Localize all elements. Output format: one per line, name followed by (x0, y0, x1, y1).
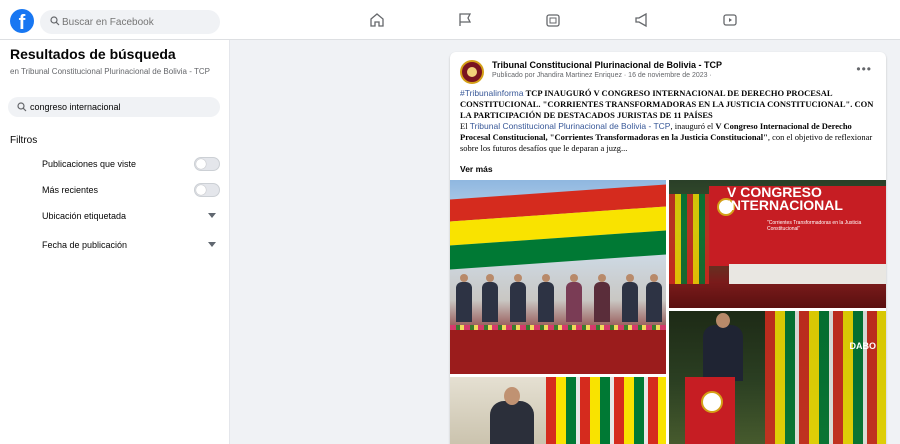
flag-icon[interactable] (457, 12, 473, 28)
toggle-switch[interactable] (194, 183, 220, 197)
flags (669, 194, 709, 284)
search-icon (50, 16, 60, 26)
post-photo-4[interactable] (450, 377, 666, 444)
search-sidebar: Resultados de búsqueda en Tribunal Const… (0, 40, 230, 444)
filter-ubicacion[interactable]: Ubicación etiquetada (42, 207, 222, 225)
marketplace-icon[interactable] (545, 12, 561, 28)
speaker (490, 387, 534, 444)
facebook-logo-icon[interactable]: f (10, 9, 34, 33)
hashtag-link[interactable]: #Tribunalinforma (460, 88, 523, 98)
sidebar-subtitle: en Tribunal Constitucional Plurinacional… (10, 67, 210, 76)
home-icon[interactable] (369, 12, 385, 28)
page-avatar[interactable] (460, 60, 484, 84)
filters-label: Filtros (10, 135, 38, 146)
search-input[interactable] (62, 10, 212, 34)
top-bar: f (0, 0, 900, 40)
filter-label: Publicaciones que viste (42, 159, 137, 169)
megaphone-icon[interactable] (634, 12, 650, 28)
filter-mas-recientes[interactable]: Más recientes (42, 181, 222, 199)
speaker (703, 313, 743, 381)
filter-fecha[interactable]: Fecha de publicación (42, 236, 222, 254)
toggle-switch[interactable] (194, 157, 220, 171)
see-more-link[interactable]: Ver más (460, 164, 493, 174)
watch-icon[interactable] (722, 12, 738, 28)
banner-title: V CONGRESO INTERNACIONAL (727, 184, 843, 213)
flags (546, 377, 666, 444)
post-text: #Tribunalinforma TCP INAUGURÓ V CONGRESO… (460, 88, 878, 154)
post-photo-3[interactable]: DABO (669, 311, 886, 444)
page-name-link[interactable]: Tribunal Constitucional Plurinacional de… (492, 60, 722, 70)
post-photo-1[interactable] (450, 180, 666, 374)
body-mid: , inauguró el (670, 121, 714, 131)
people-group (450, 274, 666, 322)
body-prefix: El (460, 121, 468, 131)
filter-label: Fecha de publicación (42, 240, 128, 250)
photo-text: DABO (849, 341, 877, 351)
sidebar-title: Resultados de búsqueda (10, 46, 176, 62)
page-mention-link[interactable]: Tribunal Constitucional Plurinacional de… (470, 121, 671, 131)
stage (450, 330, 666, 374)
more-options-icon[interactable]: ••• (856, 62, 872, 76)
query-input[interactable] (30, 97, 210, 117)
caret-down-icon[interactable] (208, 242, 216, 247)
flags (765, 311, 886, 444)
head-table (729, 264, 886, 284)
post-photo-2[interactable]: V CONGRESO INTERNACIONAL "Corrientes Tra… (669, 180, 886, 308)
page-search[interactable] (8, 97, 220, 117)
podium (685, 377, 735, 444)
filter-label: Más recientes (42, 185, 99, 195)
post-meta: Publicado por Jhandira Martinez Enriquez… (492, 72, 712, 79)
search-icon (17, 102, 27, 112)
filter-label: Ubicación etiquetada (42, 211, 127, 221)
caret-down-icon[interactable] (208, 213, 216, 218)
global-search[interactable] (40, 10, 220, 34)
post-card: Tribunal Constitucional Plurinacional de… (450, 52, 886, 444)
filter-publicaciones-vistas[interactable]: Publicaciones que viste (42, 155, 222, 173)
banner-subtitle: "Corrientes Transformadoras en la Justic… (767, 220, 862, 232)
